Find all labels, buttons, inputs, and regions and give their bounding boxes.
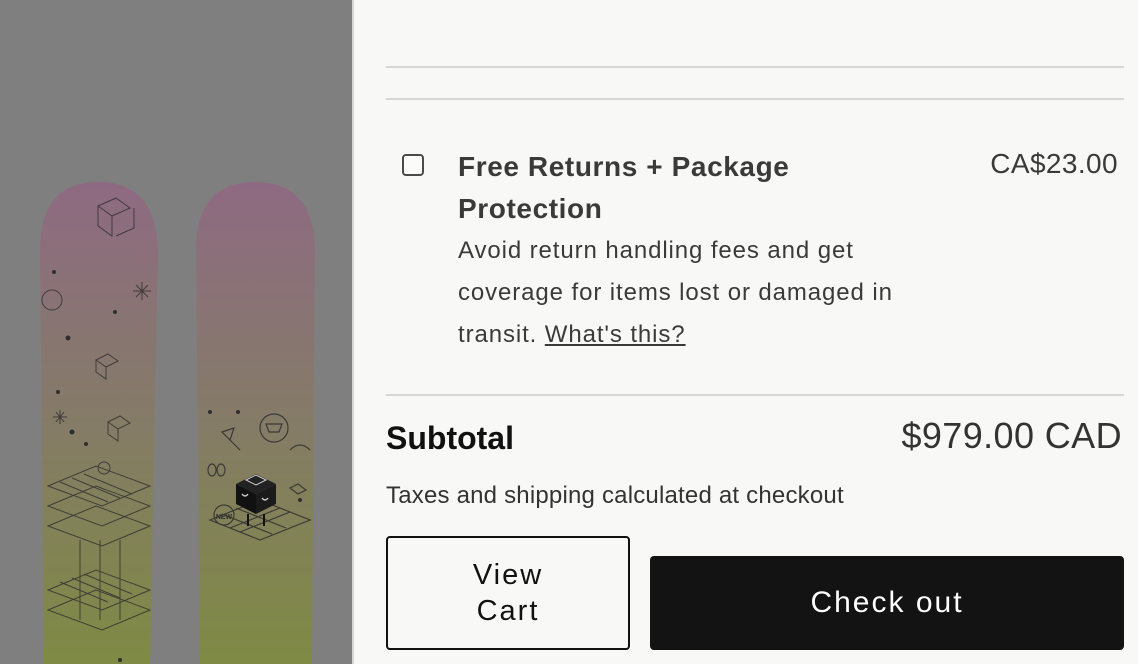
divider <box>386 98 1124 100</box>
product-image-overlay[interactable]: NEW <box>0 0 352 664</box>
package-protection-option: Free Returns + Package Protection CA$23.… <box>386 146 1124 356</box>
subtotal-label: Subtotal <box>386 420 514 456</box>
snowboard-right: NEW <box>196 182 315 664</box>
package-protection-checkbox[interactable] <box>402 154 424 176</box>
divider <box>386 66 1124 68</box>
tax-shipping-note: Taxes and shipping calculated at checkou… <box>386 482 844 509</box>
checkout-button[interactable]: Check out <box>650 556 1124 650</box>
subtotal-value: $979.00 CAD <box>901 415 1122 456</box>
package-protection-title: Free Returns + Package Protection <box>458 151 790 224</box>
whats-this-link[interactable]: What's this? <box>545 321 686 348</box>
package-protection-price: CA$23.00 <box>990 148 1118 179</box>
new-badge-text: NEW <box>216 514 233 521</box>
snowboards-image: NEW <box>40 182 315 664</box>
snowboard-left <box>40 182 158 664</box>
view-cart-button[interactable]: View Cart <box>386 536 630 650</box>
page: NEW Free Returns + Package Protection CA… <box>0 0 1138 664</box>
divider <box>386 394 1124 396</box>
package-protection-description: Avoid return handling fees and get cover… <box>458 230 928 356</box>
cart-drawer: Free Returns + Package Protection CA$23.… <box>352 0 1138 664</box>
